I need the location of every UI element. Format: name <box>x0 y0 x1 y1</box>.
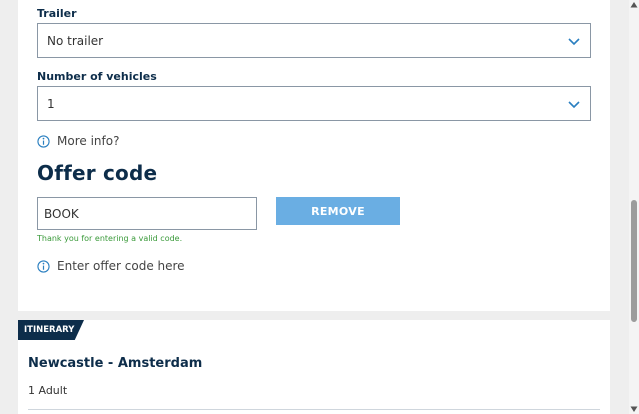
chevron-down-icon <box>568 38 580 46</box>
enter-offer-code-text: Enter offer code here <box>57 259 185 273</box>
trailer-label: Trailer <box>37 7 77 20</box>
more-info-link[interactable]: More info? <box>37 134 119 148</box>
itinerary-card: ITINERARY Newcastle - Amsterdam 1 Adult <box>18 320 610 414</box>
enter-offer-code-link[interactable]: Enter offer code here <box>37 259 185 273</box>
itinerary-tab: ITINERARY <box>18 320 84 340</box>
scroll-down-arrow-icon[interactable] <box>630 405 638 413</box>
valid-code-message: Thank you for entering a valid code. <box>37 234 183 243</box>
remove-code-button[interactable]: REMOVE <box>276 197 400 225</box>
route-title: Newcastle - Amsterdam <box>28 356 203 371</box>
scrollbar-thumb[interactable] <box>631 200 637 322</box>
trailer-selected-value: No trailer <box>47 33 104 48</box>
booking-page: Trailer No trailer Number of vehicles 1 … <box>0 0 639 414</box>
vehicles-selected-value: 1 <box>47 96 55 111</box>
trailer-select[interactable]: No trailer <box>37 23 591 58</box>
passenger-count: 1 Adult <box>28 384 68 397</box>
booking-options-card: Trailer No trailer Number of vehicles 1 … <box>18 0 610 311</box>
more-info-text: More info? <box>57 134 120 148</box>
info-icon <box>37 259 50 273</box>
divider <box>28 409 600 410</box>
scroll-up-arrow-icon[interactable] <box>630 1 638 9</box>
offer-code-title: Offer code <box>37 161 158 185</box>
vertical-scrollbar[interactable] <box>629 0 639 414</box>
vehicles-label: Number of vehicles <box>37 70 157 83</box>
vehicles-select[interactable]: 1 <box>37 86 591 121</box>
info-icon <box>37 134 50 148</box>
offer-code-input[interactable] <box>37 197 257 230</box>
chevron-down-icon <box>568 101 580 109</box>
